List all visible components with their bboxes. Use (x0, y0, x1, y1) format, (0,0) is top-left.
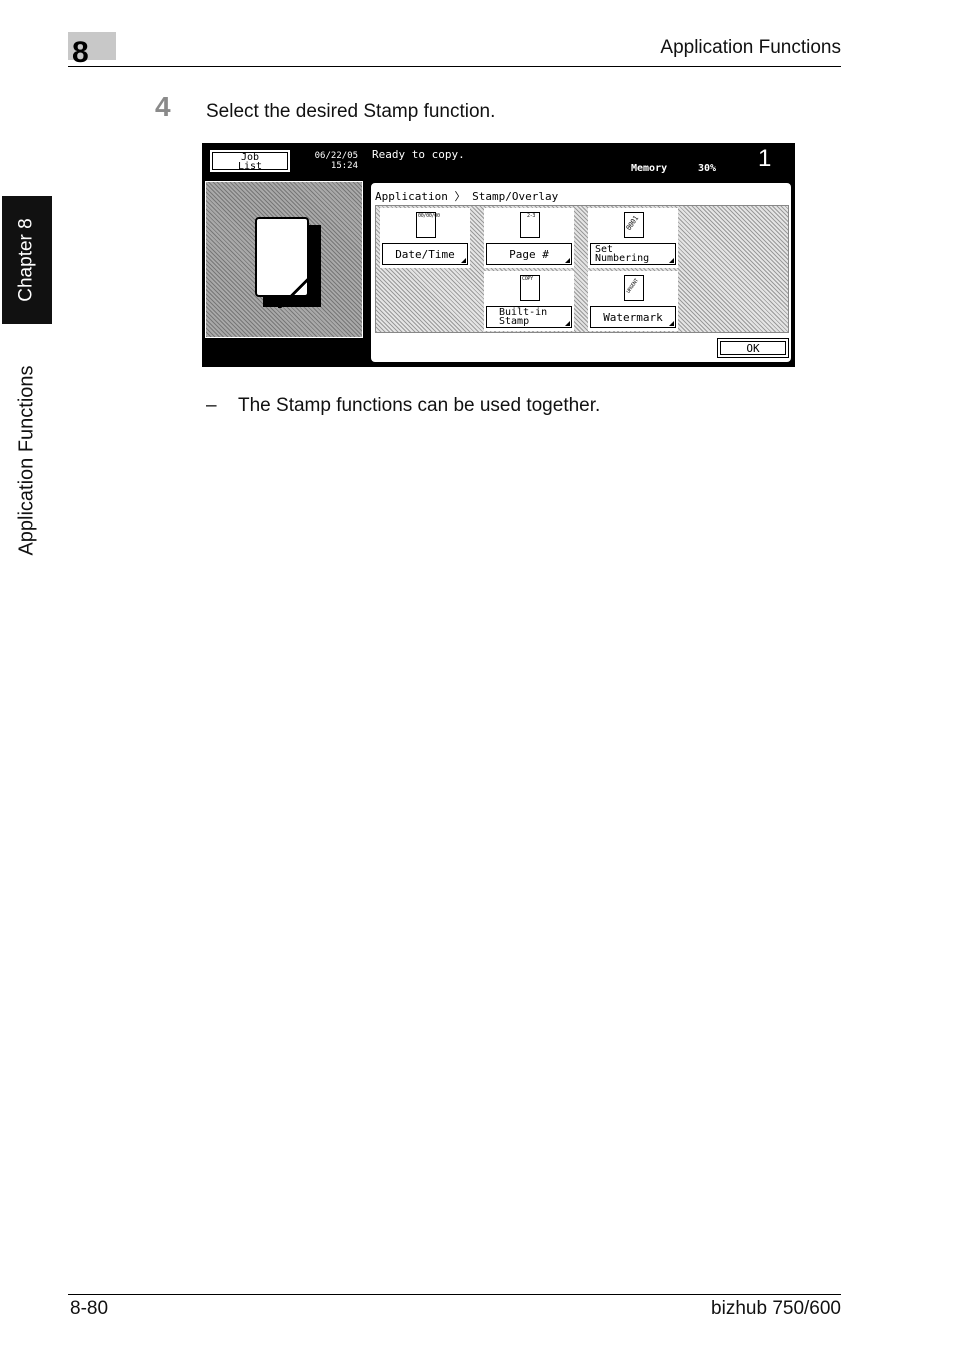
header-rule (68, 66, 841, 67)
function-cell-set-numbering: 0001 Set Numbering (588, 208, 678, 268)
date-time-doc-icon: 00/00/00 (416, 212, 440, 238)
header-title: Application Functions (660, 37, 841, 58)
step-number: 4 (155, 91, 171, 122)
watermark-button[interactable]: Watermark (590, 306, 676, 328)
note-text: The Stamp functions can be used together… (238, 395, 601, 416)
built-in-stamp-doc-icon: COPY (520, 275, 540, 301)
paper-fold-icon (278, 268, 318, 308)
breadcrumb: Application 〉 Stamp/Overlay (375, 190, 559, 203)
time-text: 15:24 (330, 161, 358, 171)
chapter-side-tab-label: Chapter 8 (16, 218, 38, 302)
set-numbering-doc-icon: 0001 (624, 212, 644, 238)
status-message: Ready to copy. (372, 148, 465, 161)
copies-count: 1 (758, 145, 772, 172)
date-time-display: 06/22/05 15:24 (296, 151, 358, 171)
section-side-label: Application Functions (15, 364, 38, 556)
product-name: bizhub 750/600 (711, 1298, 841, 1319)
function-cell-built-in-stamp: COPY Built-in Stamp (484, 271, 574, 331)
function-cell-watermark: URGENT Watermark (588, 271, 678, 331)
page-number-doc-icon: 2-3 (520, 212, 540, 238)
watermark-doc-icon: URGENT (624, 275, 644, 301)
chapter-side-tab-label-wrap: Chapter 8 (2, 196, 52, 324)
function-cell-page-number: 2-3 Page # (484, 208, 574, 268)
built-in-stamp-button[interactable]: Built-in Stamp (486, 306, 572, 328)
job-list-button[interactable]: Job List (210, 150, 290, 172)
set-numbering-button[interactable]: Set Numbering (590, 243, 676, 265)
memory-label: Memory (631, 163, 668, 174)
copier-control-panel-screen: Job List 06/22/05 15:24 Ready to copy. M… (202, 143, 795, 367)
memory-value: 30% (698, 163, 717, 174)
footer-rule (68, 1294, 841, 1295)
section-side-label-wrap: Application Functions (2, 340, 52, 580)
function-cell-date-time: 00/00/00 Date/Time (380, 208, 470, 268)
ok-button[interactable]: OK (717, 338, 789, 358)
step-instruction: Select the desired Stamp function. (206, 101, 496, 122)
note-dash: – (206, 395, 217, 416)
page-number: 8-80 (70, 1298, 109, 1319)
page-number-button[interactable]: Page # (486, 243, 572, 265)
stamp-overlay-panel: Application 〉 Stamp/Overlay 00/00/00 Dat… (369, 181, 793, 364)
output-preview (205, 181, 363, 338)
function-grid: 00/00/00 Date/Time 2-3 Page # 0001 Set N… (375, 205, 789, 333)
date-text: 06/22/05 (314, 151, 358, 161)
date-time-button[interactable]: Date/Time (382, 243, 468, 265)
